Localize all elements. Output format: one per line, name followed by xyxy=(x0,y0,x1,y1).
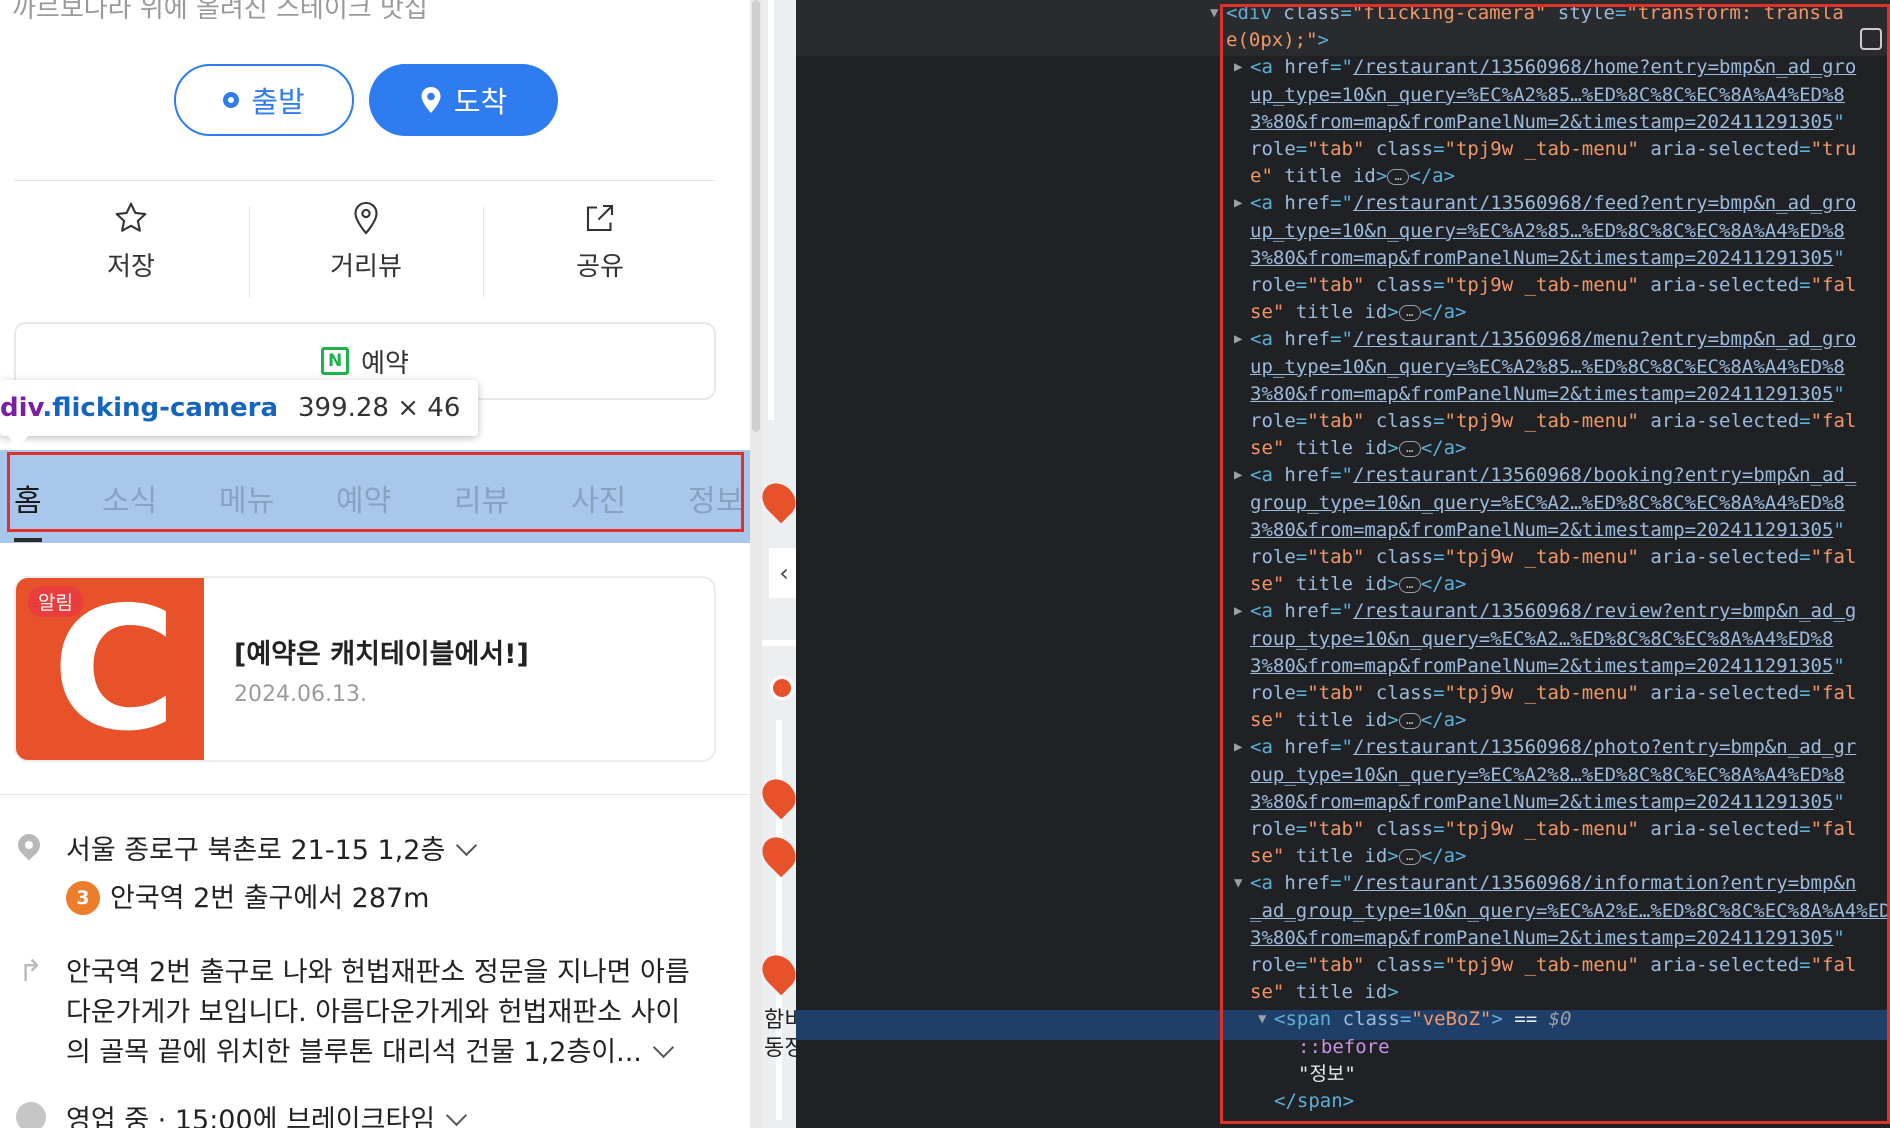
notice-date: 2024.06.13. xyxy=(234,682,367,707)
naver-booking-icon: N xyxy=(321,347,350,375)
divider xyxy=(0,794,750,795)
star-icon xyxy=(115,202,147,232)
hours-text: 영업 중 · 15:00에 브레이크타임 xyxy=(66,1105,436,1128)
directions-line-3: 의 골목 끝에 위치한 블루톤 대리석 건물 1,2층이... xyxy=(66,1037,642,1068)
notice-title: [예약은 캐치테이블에서!] xyxy=(234,639,529,670)
share-icon xyxy=(586,204,614,232)
chevron-down-icon xyxy=(456,834,478,857)
inspector-tooltip: div.flicking-camera 399.28 × 46 xyxy=(0,380,479,436)
map-road xyxy=(762,640,796,646)
save-label: 저장 xyxy=(107,252,155,282)
share-button[interactable]: 공유 xyxy=(483,200,717,300)
element-highlight-outline xyxy=(1220,4,1890,1124)
map-marker-dot[interactable] xyxy=(770,676,794,700)
tooltip-selector: div.flicking-camera xyxy=(0,393,278,423)
start-label: 출발 xyxy=(251,85,305,119)
tooltip-arrow xyxy=(8,436,28,448)
subway-distance: 안국역 2번 출구에서 287m xyxy=(110,883,430,914)
active-tab-indicator xyxy=(14,538,42,542)
directions-line-2: 다운가게가 보입니다. 아름다운가게와 헌법재판소 사이 xyxy=(66,997,681,1028)
tooltip-dimensions: 399.28 × 46 xyxy=(298,393,461,423)
scrollbar-thumb[interactable] xyxy=(752,0,760,432)
origin-dot-icon xyxy=(223,92,240,108)
map-pin-outline-icon xyxy=(354,201,378,235)
street-view-label: 거리뷰 xyxy=(330,252,402,282)
collapse-panel-button[interactable]: ‹ xyxy=(769,548,799,598)
place-subtitle: 까르보나라 위에 올려진 스테이크 맛집 xyxy=(12,0,428,24)
directions-row[interactable]: 의 골목 끝에 위치한 블루톤 대리석 건물 1,2층이... xyxy=(66,1030,674,1069)
clock-icon xyxy=(16,1102,46,1128)
address-pin-icon xyxy=(13,829,45,861)
start-button[interactable]: 출발 xyxy=(174,64,354,136)
save-button[interactable]: 저장 xyxy=(14,200,248,300)
notice-card[interactable]: C 알림 [예약은 캐치테이블에서!] 2024.06.13. xyxy=(14,576,716,762)
chevron-down-icon xyxy=(652,1036,674,1059)
place-panel: 까르보나라 위에 올려진 스테이크 맛집 출발 도착 저장 거리뷰 공유 N 예… xyxy=(0,0,750,1128)
location-pin-icon xyxy=(421,87,441,113)
share-label: 공유 xyxy=(576,252,624,282)
notice-badge: 알림 xyxy=(28,586,83,617)
arrive-button[interactable]: 도착 xyxy=(369,64,558,136)
directions-line-1: 안국역 2번 출구로 나와 헌법재판소 정문을 지나면 아름 xyxy=(66,957,690,988)
address-row[interactable]: 서울 종로구 북촌로 21-15 1,2층 xyxy=(66,828,478,867)
divider xyxy=(14,180,716,181)
chevron-down-icon xyxy=(446,1104,468,1127)
reserve-label: 예약 xyxy=(361,348,409,379)
directions-turn-icon: ↱ xyxy=(18,954,44,989)
scroll-into-view-icon[interactable] xyxy=(1860,28,1882,50)
expand-triangle-icon[interactable]: ▼ xyxy=(1210,0,1218,27)
catchtable-logo: C 알림 xyxy=(16,578,204,760)
subway-line-badge: 3 xyxy=(66,881,100,915)
street-view-button[interactable]: 거리뷰 xyxy=(249,200,483,300)
address-text: 서울 종로구 북촌로 21-15 1,2층 xyxy=(66,835,446,866)
arrive-label: 도착 xyxy=(453,85,508,119)
element-highlight-outline xyxy=(7,452,744,532)
map-road xyxy=(768,0,774,420)
hours-row[interactable]: 영업 중 · 15:00에 브레이크타임 xyxy=(66,1098,468,1128)
